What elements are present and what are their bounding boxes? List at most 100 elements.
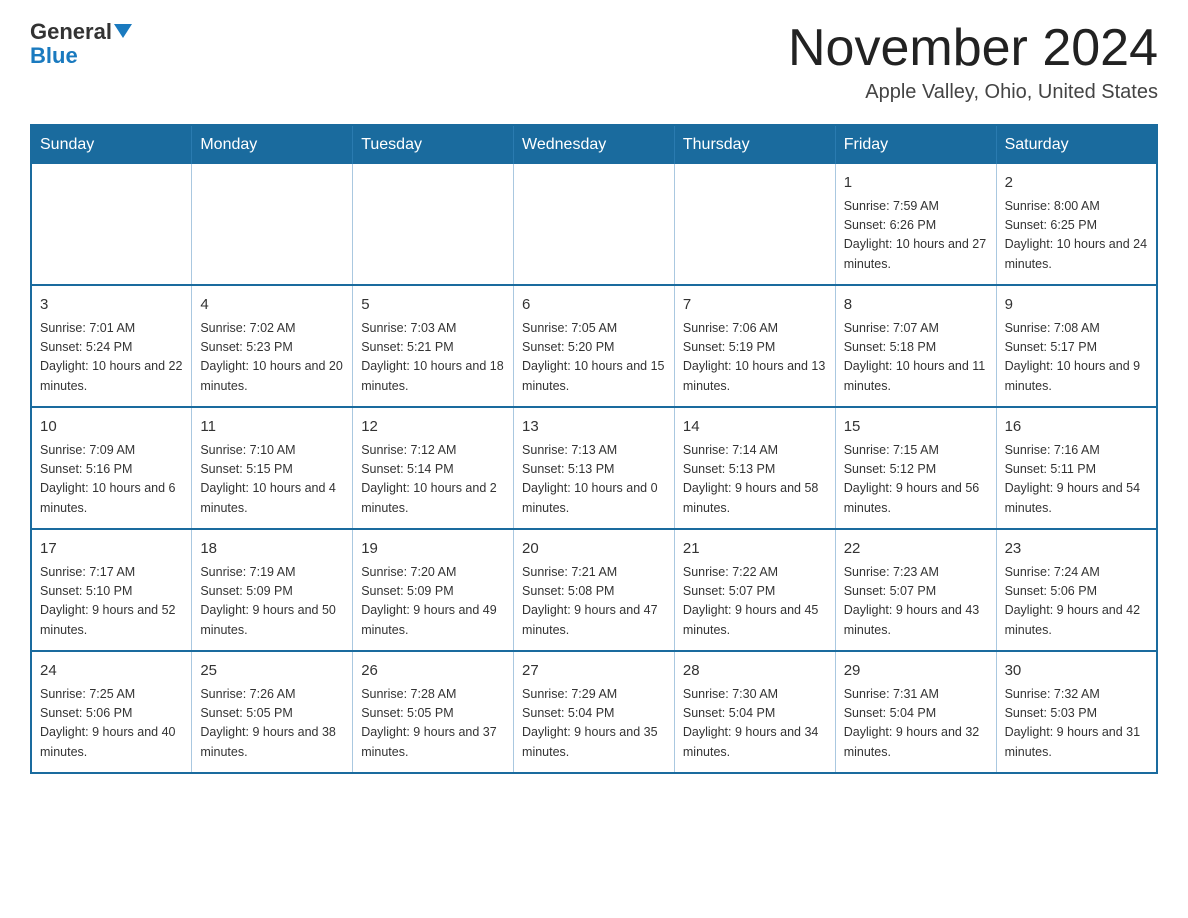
column-header-friday: Friday (835, 125, 996, 164)
calendar-week-row: 1Sunrise: 7:59 AM Sunset: 6:26 PM Daylig… (31, 164, 1157, 285)
day-info: Sunrise: 7:31 AM Sunset: 5:04 PM Dayligh… (844, 685, 988, 763)
day-number: 19 (361, 538, 505, 561)
calendar-cell: 26Sunrise: 7:28 AM Sunset: 5:05 PM Dayli… (353, 651, 514, 773)
day-info: Sunrise: 7:28 AM Sunset: 5:05 PM Dayligh… (361, 685, 505, 763)
day-info: Sunrise: 7:59 AM Sunset: 6:26 PM Dayligh… (844, 197, 988, 275)
day-info: Sunrise: 7:02 AM Sunset: 5:23 PM Dayligh… (200, 319, 344, 397)
calendar-cell: 5Sunrise: 7:03 AM Sunset: 5:21 PM Daylig… (353, 285, 514, 407)
calendar-cell: 22Sunrise: 7:23 AM Sunset: 5:07 PM Dayli… (835, 529, 996, 651)
calendar-cell: 11Sunrise: 7:10 AM Sunset: 5:15 PM Dayli… (192, 407, 353, 529)
calendar-cell: 4Sunrise: 7:02 AM Sunset: 5:23 PM Daylig… (192, 285, 353, 407)
day-info: Sunrise: 7:03 AM Sunset: 5:21 PM Dayligh… (361, 319, 505, 397)
day-number: 30 (1005, 660, 1148, 683)
day-number: 23 (1005, 538, 1148, 561)
day-info: Sunrise: 7:25 AM Sunset: 5:06 PM Dayligh… (40, 685, 183, 763)
calendar-cell: 17Sunrise: 7:17 AM Sunset: 5:10 PM Dayli… (31, 529, 192, 651)
day-number: 29 (844, 660, 988, 683)
column-header-wednesday: Wednesday (514, 125, 675, 164)
day-info: Sunrise: 7:05 AM Sunset: 5:20 PM Dayligh… (522, 319, 666, 397)
day-number: 13 (522, 416, 666, 439)
day-number: 14 (683, 416, 827, 439)
day-number: 11 (200, 416, 344, 439)
calendar-cell: 19Sunrise: 7:20 AM Sunset: 5:09 PM Dayli… (353, 529, 514, 651)
day-info: Sunrise: 7:01 AM Sunset: 5:24 PM Dayligh… (40, 319, 183, 397)
day-info: Sunrise: 7:08 AM Sunset: 5:17 PM Dayligh… (1005, 319, 1148, 397)
logo-general-text: General (30, 20, 112, 44)
calendar-cell: 20Sunrise: 7:21 AM Sunset: 5:08 PM Dayli… (514, 529, 675, 651)
day-number: 5 (361, 294, 505, 317)
day-number: 20 (522, 538, 666, 561)
calendar-cell: 25Sunrise: 7:26 AM Sunset: 5:05 PM Dayli… (192, 651, 353, 773)
calendar-cell: 27Sunrise: 7:29 AM Sunset: 5:04 PM Dayli… (514, 651, 675, 773)
location-title: Apple Valley, Ohio, United States (788, 81, 1158, 104)
day-info: Sunrise: 7:13 AM Sunset: 5:13 PM Dayligh… (522, 441, 666, 519)
day-number: 3 (40, 294, 183, 317)
day-number: 10 (40, 416, 183, 439)
day-number: 15 (844, 416, 988, 439)
calendar-cell: 28Sunrise: 7:30 AM Sunset: 5:04 PM Dayli… (674, 651, 835, 773)
day-info: Sunrise: 7:23 AM Sunset: 5:07 PM Dayligh… (844, 563, 988, 641)
month-title: November 2024 (788, 20, 1158, 77)
day-number: 17 (40, 538, 183, 561)
calendar-cell: 8Sunrise: 7:07 AM Sunset: 5:18 PM Daylig… (835, 285, 996, 407)
column-header-thursday: Thursday (674, 125, 835, 164)
calendar-cell: 12Sunrise: 7:12 AM Sunset: 5:14 PM Dayli… (353, 407, 514, 529)
calendar-cell: 29Sunrise: 7:31 AM Sunset: 5:04 PM Dayli… (835, 651, 996, 773)
day-number: 24 (40, 660, 183, 683)
day-info: Sunrise: 7:07 AM Sunset: 5:18 PM Dayligh… (844, 319, 988, 397)
calendar-cell: 16Sunrise: 7:16 AM Sunset: 5:11 PM Dayli… (996, 407, 1157, 529)
calendar-week-row: 10Sunrise: 7:09 AM Sunset: 5:16 PM Dayli… (31, 407, 1157, 529)
day-info: Sunrise: 7:06 AM Sunset: 5:19 PM Dayligh… (683, 319, 827, 397)
title-block: November 2024 Apple Valley, Ohio, United… (788, 20, 1158, 104)
calendar-cell: 3Sunrise: 7:01 AM Sunset: 5:24 PM Daylig… (31, 285, 192, 407)
day-number: 12 (361, 416, 505, 439)
day-info: Sunrise: 7:29 AM Sunset: 5:04 PM Dayligh… (522, 685, 666, 763)
day-number: 8 (844, 294, 988, 317)
logo-triangle-icon (114, 24, 132, 38)
calendar-header-row: SundayMondayTuesdayWednesdayThursdayFrid… (31, 125, 1157, 164)
day-number: 7 (683, 294, 827, 317)
day-number: 16 (1005, 416, 1148, 439)
day-number: 4 (200, 294, 344, 317)
calendar-week-row: 17Sunrise: 7:17 AM Sunset: 5:10 PM Dayli… (31, 529, 1157, 651)
day-info: Sunrise: 7:30 AM Sunset: 5:04 PM Dayligh… (683, 685, 827, 763)
day-number: 26 (361, 660, 505, 683)
day-number: 25 (200, 660, 344, 683)
calendar-cell: 13Sunrise: 7:13 AM Sunset: 5:13 PM Dayli… (514, 407, 675, 529)
page-header: General Blue November 2024 Apple Valley,… (30, 20, 1158, 104)
calendar-week-row: 24Sunrise: 7:25 AM Sunset: 5:06 PM Dayli… (31, 651, 1157, 773)
day-number: 6 (522, 294, 666, 317)
day-info: Sunrise: 7:17 AM Sunset: 5:10 PM Dayligh… (40, 563, 183, 641)
day-number: 18 (200, 538, 344, 561)
day-number: 22 (844, 538, 988, 561)
logo-blue-text: Blue (30, 44, 78, 68)
day-number: 1 (844, 172, 988, 195)
day-info: Sunrise: 7:12 AM Sunset: 5:14 PM Dayligh… (361, 441, 505, 519)
calendar-cell (514, 164, 675, 285)
day-info: Sunrise: 7:19 AM Sunset: 5:09 PM Dayligh… (200, 563, 344, 641)
day-info: Sunrise: 7:10 AM Sunset: 5:15 PM Dayligh… (200, 441, 344, 519)
calendar-cell: 30Sunrise: 7:32 AM Sunset: 5:03 PM Dayli… (996, 651, 1157, 773)
calendar-cell: 6Sunrise: 7:05 AM Sunset: 5:20 PM Daylig… (514, 285, 675, 407)
calendar-cell: 21Sunrise: 7:22 AM Sunset: 5:07 PM Dayli… (674, 529, 835, 651)
calendar-cell: 7Sunrise: 7:06 AM Sunset: 5:19 PM Daylig… (674, 285, 835, 407)
day-number: 9 (1005, 294, 1148, 317)
calendar-cell (674, 164, 835, 285)
day-info: Sunrise: 7:14 AM Sunset: 5:13 PM Dayligh… (683, 441, 827, 519)
calendar-cell: 23Sunrise: 7:24 AM Sunset: 5:06 PM Dayli… (996, 529, 1157, 651)
day-info: Sunrise: 7:21 AM Sunset: 5:08 PM Dayligh… (522, 563, 666, 641)
day-number: 21 (683, 538, 827, 561)
calendar-cell: 9Sunrise: 7:08 AM Sunset: 5:17 PM Daylig… (996, 285, 1157, 407)
calendar-cell (353, 164, 514, 285)
calendar-table: SundayMondayTuesdayWednesdayThursdayFrid… (30, 124, 1158, 774)
calendar-cell: 24Sunrise: 7:25 AM Sunset: 5:06 PM Dayli… (31, 651, 192, 773)
day-info: Sunrise: 8:00 AM Sunset: 6:25 PM Dayligh… (1005, 197, 1148, 275)
column-header-tuesday: Tuesday (353, 125, 514, 164)
column-header-sunday: Sunday (31, 125, 192, 164)
calendar-cell: 2Sunrise: 8:00 AM Sunset: 6:25 PM Daylig… (996, 164, 1157, 285)
day-number: 27 (522, 660, 666, 683)
day-info: Sunrise: 7:22 AM Sunset: 5:07 PM Dayligh… (683, 563, 827, 641)
day-number: 2 (1005, 172, 1148, 195)
day-info: Sunrise: 7:32 AM Sunset: 5:03 PM Dayligh… (1005, 685, 1148, 763)
calendar-cell (31, 164, 192, 285)
